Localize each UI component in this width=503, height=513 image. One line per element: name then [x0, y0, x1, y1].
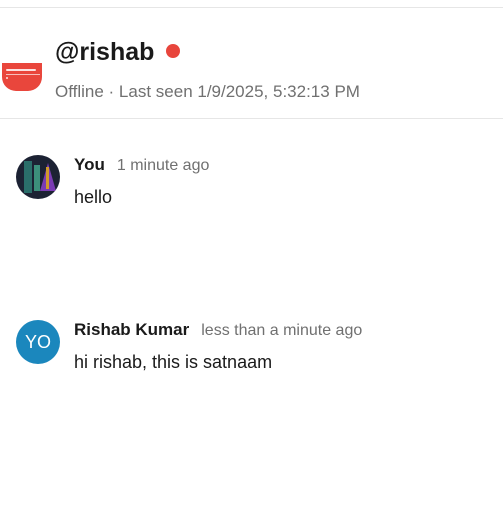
- logo-mark: [6, 77, 8, 79]
- chat-header: @rishab Offline · Last seen 1/9/2025, 5:…: [0, 8, 503, 118]
- avatar-art: [24, 161, 32, 193]
- presence-status: Offline · Last seen 1/9/2025, 5:32:13 PM: [55, 82, 360, 101]
- message-author[interactable]: You: [74, 155, 105, 175]
- message-text: hi rishab, this is satnaam: [74, 352, 273, 372]
- logo-mark: [6, 74, 40, 75]
- message-meta: You 1 minute ago: [74, 155, 209, 179]
- message-timestamp: less than a minute ago: [201, 322, 363, 339]
- channel-logo-icon[interactable]: [2, 63, 42, 91]
- page-title[interactable]: @rishab: [55, 36, 154, 68]
- avatar-art: [46, 167, 49, 189]
- logo-mark: [6, 69, 36, 71]
- message-meta: Rishab Kumar less than a minute ago: [74, 320, 362, 344]
- avatar-initials: YO: [24, 331, 51, 352]
- status-dot-icon: [166, 43, 181, 58]
- header-divider: [0, 118, 503, 119]
- message-timestamp: 1 minute ago: [116, 157, 210, 174]
- message-text: hello: [74, 187, 113, 207]
- message-author[interactable]: Rishab Kumar: [74, 320, 189, 340]
- header-title-row: @rishab: [55, 36, 181, 68]
- avatar[interactable]: YO: [16, 320, 60, 364]
- chat-view: @rishab Offline · Last seen 1/9/2025, 5:…: [0, 0, 503, 513]
- avatar[interactable]: [16, 155, 60, 199]
